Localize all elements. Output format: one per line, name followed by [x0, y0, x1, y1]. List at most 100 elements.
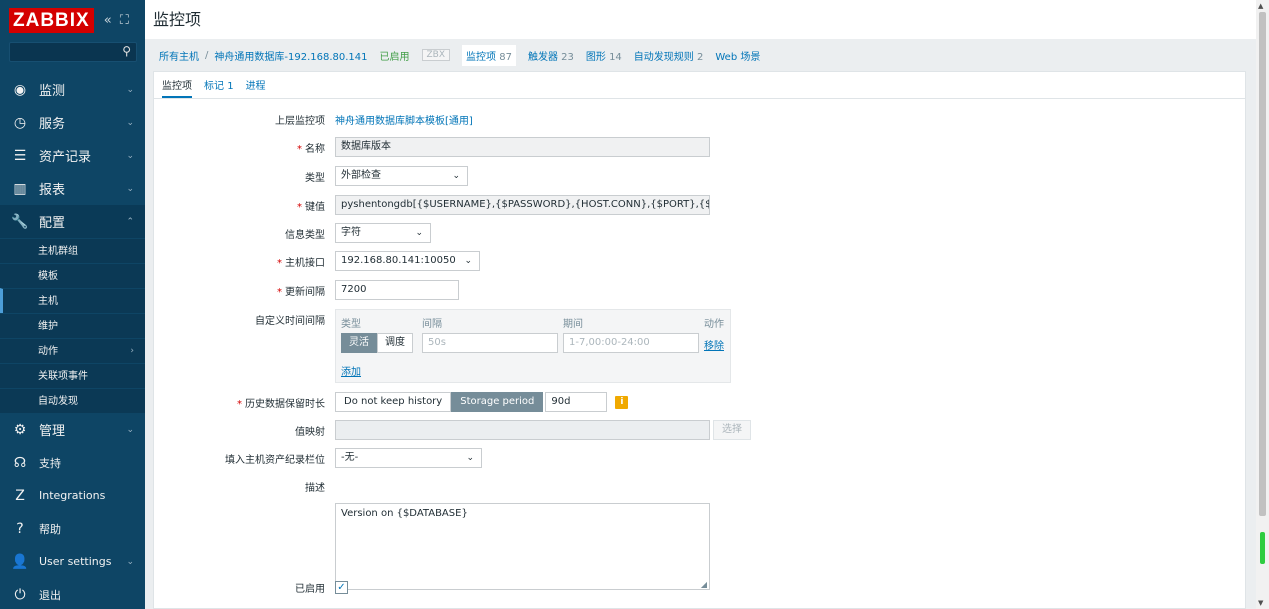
- history-controls: Do not keep history Storage period 90d i: [335, 392, 629, 412]
- search-icon[interactable]: ⚲: [122, 44, 131, 58]
- history-storage-period-button[interactable]: Storage period: [451, 392, 544, 412]
- update-interval-field[interactable]: 7200: [335, 280, 459, 300]
- submenu-item-event-correlation[interactable]: 关联项事件: [0, 363, 145, 388]
- submenu-item-hosts[interactable]: 主机: [0, 288, 145, 313]
- description-label: 描述: [305, 482, 325, 494]
- submenu-item-actions[interactable]: 动作 ›: [0, 338, 145, 363]
- tab-preprocessing[interactable]: 进程: [246, 77, 266, 98]
- clock-icon: ◷: [13, 114, 27, 131]
- key-field[interactable]: pyshentongdb[{$USERNAME},{$PASSWORD},{HO…: [335, 195, 710, 215]
- history-period-field[interactable]: 90d: [545, 392, 608, 412]
- value-map-select-button[interactable]: 选择: [713, 420, 751, 440]
- sidebar-header: ZABBIX « ⛶: [0, 0, 145, 40]
- scroll-down-arrow-icon[interactable]: ▼: [1258, 599, 1263, 607]
- history-mode-toggle: Do not keep history Storage period: [335, 392, 544, 412]
- info-icon[interactable]: i: [615, 395, 629, 409]
- cti-interval-input[interactable]: 50s: [422, 333, 558, 353]
- eye-icon: ◉: [13, 81, 27, 98]
- list-icon: ☰: [13, 147, 27, 164]
- nav-graphs-count: 14: [609, 51, 622, 63]
- search-input[interactable]: ⚲: [9, 42, 137, 62]
- info-type-label: 信息类型: [285, 229, 325, 241]
- menu-item-help[interactable]: ? 帮助: [0, 512, 145, 545]
- nav-items[interactable]: 监控项 87: [462, 44, 516, 66]
- nav-triggers-label: 触发器: [527, 51, 558, 63]
- cti-remove-link[interactable]: 移除: [704, 337, 724, 352]
- menu-item-services[interactable]: ◷ 服务 ⌄: [0, 106, 145, 139]
- menu-label: 管理: [39, 424, 66, 439]
- menu-item-inventory[interactable]: ☰ 资产记录 ⌄: [0, 139, 145, 172]
- menu-item-integrations[interactable]: Z Integrations: [0, 479, 145, 512]
- menu-item-reports[interactable]: ▥ 报表 ⌄: [0, 172, 145, 205]
- submenu-item-host-groups[interactable]: 主机群组: [0, 238, 145, 263]
- description-textarea[interactable]: Version on {$DATABASE} ◢: [335, 503, 710, 590]
- menu-item-sign-out[interactable]: ⏻ 退出: [0, 578, 145, 609]
- cti-flexible-button[interactable]: 灵活: [341, 333, 377, 353]
- nav-triggers-count: 23: [561, 51, 574, 63]
- nav-graphs[interactable]: 图形 14: [586, 48, 622, 63]
- tab-tags[interactable]: 标记 1: [204, 77, 234, 98]
- cti-scheduling-button[interactable]: 调度: [377, 333, 413, 353]
- menu-item-support[interactable]: ☊ 支持: [0, 446, 145, 479]
- tab-item[interactable]: 监控项: [162, 77, 192, 98]
- scroll-position-marker: [1260, 532, 1265, 564]
- parent-template-link[interactable]: 神舟通用数据库脚本模板[通用]: [335, 112, 473, 127]
- cti-col-type: 类型: [341, 319, 361, 330]
- name-label: 名称: [305, 143, 325, 155]
- name-field[interactable]: 数据库版本: [335, 137, 710, 157]
- page-scrollbar[interactable]: ▲ ▼: [1256, 0, 1269, 609]
- chevron-down-icon: ⌄: [126, 84, 134, 95]
- page-header: 监控项: [145, 0, 1256, 39]
- menu-item-configuration[interactable]: 🔧 配置 ⌃: [0, 205, 145, 238]
- checkmark-icon: ✓: [337, 581, 346, 593]
- nav-items-count: 87: [499, 51, 512, 63]
- menu-item-administration[interactable]: ⚙ 管理 ⌄: [0, 413, 145, 446]
- zabbix-logo[interactable]: ZABBIX: [9, 7, 94, 33]
- info-type-select[interactable]: 字符 ⌄: [335, 223, 431, 243]
- enabled-checkbox[interactable]: ✓: [335, 580, 348, 594]
- collapse-sidebar-icon[interactable]: «: [104, 13, 112, 28]
- nav-discovery-rules[interactable]: 自动发现规则 2: [634, 48, 704, 63]
- inventory-field-select[interactable]: -无- ⌄: [335, 448, 482, 468]
- value-map-field[interactable]: [335, 420, 710, 440]
- update-interval-label: 更新间隔: [285, 286, 325, 298]
- breadcrumb-all-hosts[interactable]: 所有主机: [159, 48, 199, 63]
- nav-triggers[interactable]: 触发器 23: [528, 48, 574, 63]
- scrollbar-thumb[interactable]: [1259, 12, 1266, 516]
- host-navigation: 所有主机 / 神舟通用数据库-192.168.80.141 已启用 ZBX 监控…: [145, 39, 1256, 71]
- menu-item-monitoring[interactable]: ◉ 监测 ⌄: [0, 73, 145, 106]
- submenu-item-templates[interactable]: 模板: [0, 263, 145, 288]
- cti-period-input[interactable]: 1-7,00:00-24:00: [563, 333, 699, 353]
- parent-item-label: 上层监控项: [275, 115, 325, 127]
- power-icon: ⏻: [14, 586, 26, 603]
- cti-add-link[interactable]: 添加: [341, 363, 361, 378]
- configuration-submenu: 主机群组 模板 主机 维护 动作 › 关联项事件 自动发现: [0, 238, 145, 413]
- type-label: 类型: [305, 172, 325, 184]
- menu-label: 配置: [39, 216, 66, 231]
- required-asterisk: *: [297, 201, 302, 213]
- key-label: 键值: [305, 201, 325, 213]
- host-interface-select[interactable]: 192.168.80.141:10050 ⌄: [335, 251, 480, 271]
- menu-label: 监测: [39, 84, 66, 99]
- kiosk-mode-icon[interactable]: ⛶: [120, 13, 129, 28]
- host-status-badge[interactable]: 已启用: [380, 48, 410, 63]
- cti-col-action: 动作: [704, 319, 724, 330]
- user-icon: 👤: [11, 553, 29, 570]
- breadcrumb-host[interactable]: 神舟通用数据库-192.168.80.141: [214, 48, 367, 63]
- submenu-item-discovery[interactable]: 自动发现: [0, 388, 145, 413]
- chevron-down-icon: ⌄: [466, 453, 474, 463]
- type-select[interactable]: 外部检查 ⌄: [335, 166, 468, 186]
- submenu-item-maintenance[interactable]: 维护: [0, 313, 145, 338]
- nav-web-scenarios[interactable]: Web 场景: [715, 48, 760, 63]
- menu-label: Integrations: [39, 489, 106, 502]
- nav-discovery-label: 自动发现规则: [633, 51, 694, 63]
- tab-tags-count: 1: [227, 81, 234, 92]
- nav-items-label: 监控项: [466, 51, 497, 63]
- help-icon: ?: [16, 520, 24, 537]
- chevron-down-icon: ⌄: [126, 183, 134, 194]
- menu-item-user-settings[interactable]: 👤 User settings ⌄: [0, 545, 145, 578]
- history-do-not-keep-button[interactable]: Do not keep history: [335, 392, 452, 412]
- scroll-up-arrow-icon[interactable]: ▲: [1258, 2, 1263, 10]
- type-select-value: 外部检查: [341, 170, 381, 181]
- zbx-availability-badge: ZBX: [421, 49, 451, 61]
